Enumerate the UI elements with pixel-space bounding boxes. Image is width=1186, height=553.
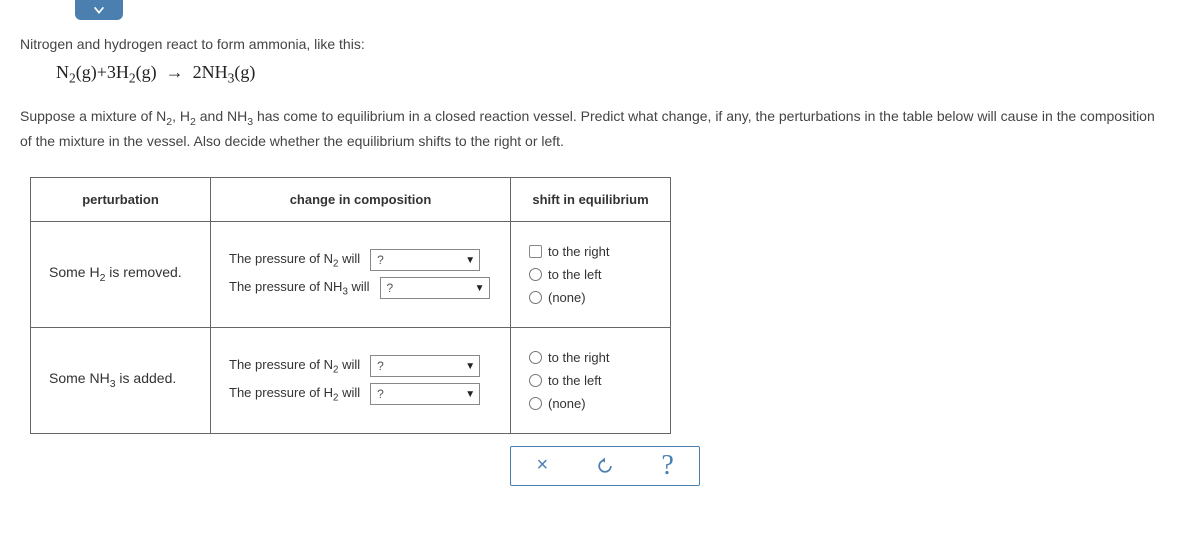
change-line: The pressure of N2 will?▼ [229,249,492,271]
shift-option: (none) [529,290,652,305]
change-label: The pressure of N2 will [229,251,360,270]
change-label: The pressure of N2 will [229,357,360,376]
shift-option: (none) [529,396,652,411]
pressure-dropdown[interactable]: ?▼ [380,277,490,299]
change-label: The pressure of H2 will [229,385,360,404]
shift-option-label: (none) [548,290,586,305]
shift-option: to the left [529,267,652,282]
header-change: change in composition [211,177,511,221]
change-cell: The pressure of N2 will?▼The pressure of… [211,221,511,327]
shift-option-label: to the right [548,350,609,365]
shift-radio[interactable] [529,291,542,304]
change-line: The pressure of H2 will?▼ [229,383,492,405]
perturbation-cell: Some H2 is removed. [31,221,211,327]
dropdown-value: ? [377,387,384,401]
reaction-equation: N2(g)+3H2(g) → 2NH3(g) [56,62,1166,87]
chevron-down-icon: ▼ [475,283,485,294]
perturbation-cell: Some NH3 is added. [31,327,211,433]
shift-radio[interactable] [529,268,542,281]
shift-radio[interactable] [529,351,542,364]
pressure-dropdown[interactable]: ?▼ [370,383,480,405]
equilibrium-table: perturbation change in composition shift… [30,177,671,434]
pressure-dropdown[interactable]: ?▼ [370,355,480,377]
shift-option-label: to the left [548,267,601,282]
change-cell: The pressure of N2 will?▼The pressure of… [211,327,511,433]
chevron-down-icon: ▼ [465,389,475,400]
shift-option-label: to the right [548,244,609,259]
dropdown-value: ? [377,253,384,267]
help-button[interactable]: ? [653,451,683,481]
chevron-down-icon: ▼ [465,361,475,372]
chevron-down-icon: ▼ [465,255,475,266]
shift-option: to the right [529,244,652,259]
intro-text: Nitrogen and hydrogen react to form ammo… [20,36,1166,52]
description-text: Suppose a mixture of N2, H2 and NH3 has … [20,105,1166,153]
change-line: The pressure of NH3 will?▼ [229,277,492,299]
table-row: Some H2 is removed. The pressure of N2 wi… [31,221,671,327]
reset-button[interactable] [590,451,620,481]
pressure-dropdown[interactable]: ?▼ [370,249,480,271]
shift-option: to the right [529,350,652,365]
shift-radio[interactable] [529,397,542,410]
shift-cell: to the right to the left (none) [511,221,671,327]
shift-radio[interactable] [529,245,542,258]
shift-cell: to the right to the left (none) [511,327,671,433]
chevron-down-icon [92,3,106,17]
header-shift: shift in equilibrium [511,177,671,221]
reset-icon [595,456,615,476]
table-row: Some NH3 is added. The pressure of N2 wil… [31,327,671,433]
shift-option-label: (none) [548,396,586,411]
shift-radio[interactable] [529,374,542,387]
shift-option-label: to the left [548,373,601,388]
dropdown-value: ? [377,359,384,373]
header-perturbation: perturbation [31,177,211,221]
change-line: The pressure of N2 will?▼ [229,355,492,377]
answer-toolbar: × ? [510,446,700,486]
shift-option: to the left [529,373,652,388]
dropdown-value: ? [387,281,394,295]
clear-button[interactable]: × [527,451,557,481]
change-label: The pressure of NH3 will [229,279,370,298]
collapse-toggle[interactable] [75,0,123,20]
